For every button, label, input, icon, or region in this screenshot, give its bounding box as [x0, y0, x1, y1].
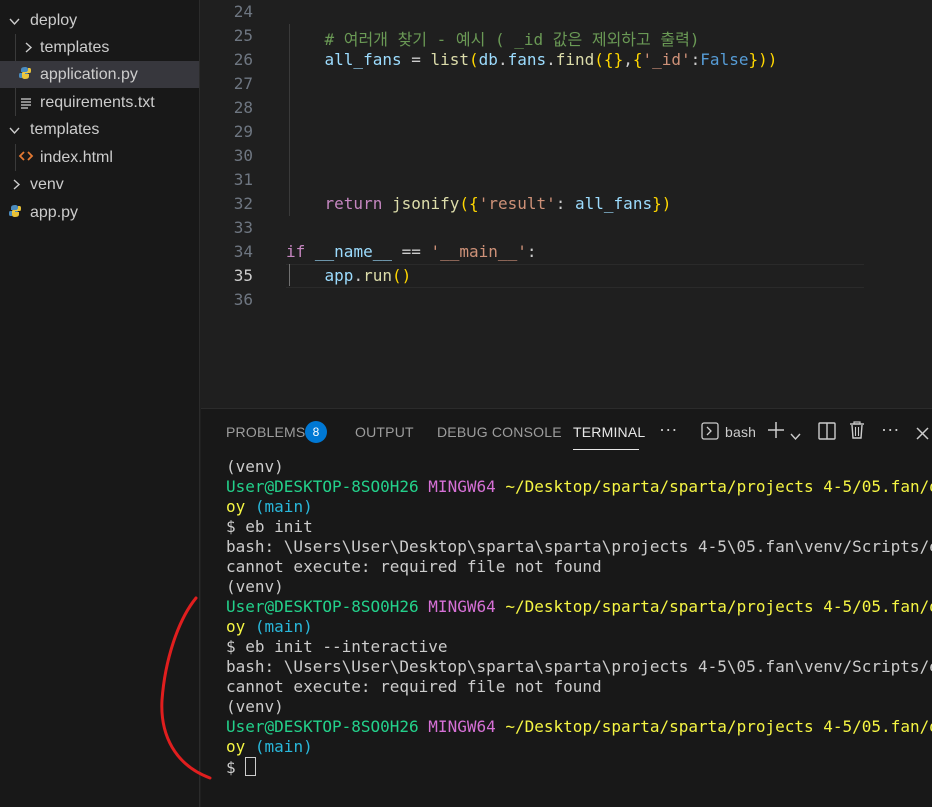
bottom-panel: PROBLEMS 8 OUTPUT DEBUG CONSOLE TERMINAL…	[201, 408, 932, 807]
line-number: 30	[233, 146, 253, 165]
code-line: all_fans = list(db.fans.find({},{'_id':F…	[324, 50, 778, 69]
terminal-error: cannot execute: required file not found	[226, 557, 602, 576]
terminal-command: $ eb init	[226, 517, 313, 536]
terminal-line: (venv)	[226, 457, 284, 476]
close-icon[interactable]	[916, 424, 929, 445]
line-number: 34	[233, 242, 253, 261]
line-number: 24	[233, 2, 253, 21]
tree-item-index-html[interactable]: index.html	[0, 144, 199, 171]
line-number: 26	[233, 50, 253, 69]
terminal-prompt-line: oy (main)	[226, 737, 313, 756]
split-icon[interactable]	[818, 422, 836, 445]
tab-terminal[interactable]: TERMINAL	[573, 424, 645, 440]
panel-tabs: PROBLEMS 8 OUTPUT DEBUG CONSOLE TERMINAL…	[201, 409, 932, 455]
terminal-line: (venv)	[226, 697, 284, 716]
line-number: 32	[233, 194, 253, 213]
code-line: if __name__ == '__main__':	[286, 242, 537, 261]
terminal-output[interactable]: (venv) User@DESKTOP-8SO0H26 MINGW64 ~/De…	[226, 457, 932, 777]
code-line: app.run()	[324, 266, 412, 285]
tab-debug-console[interactable]: DEBUG CONSOLE	[437, 424, 562, 440]
add-icon[interactable]	[767, 421, 785, 444]
tree-item-label: templates	[30, 120, 100, 138]
active-tab-indicator	[573, 449, 639, 450]
line-number: 25	[233, 26, 253, 45]
terminal-prompt-line: oy (main)	[226, 617, 313, 636]
more-tabs-icon[interactable]: ···	[659, 419, 678, 440]
line-number: 28	[233, 98, 253, 117]
tree-item-venv[interactable]: venv	[0, 171, 199, 198]
code-line-comment: # 여러개 찾기 - 예시 ( _id 값은 제외하고 출력)	[286, 30, 700, 49]
tab-problems[interactable]: PROBLEMS	[226, 424, 305, 440]
explorer-sidebar: deploy templates application.py requirem…	[0, 0, 200, 807]
chevron-down-icon	[9, 127, 20, 135]
terminal-line: (venv)	[226, 577, 284, 596]
chevron-right-icon	[25, 42, 33, 53]
terminal-input-line[interactable]: $	[226, 757, 932, 777]
tree-item-templates-folder[interactable]: templates	[0, 116, 199, 143]
tree-item-application-py[interactable]: application.py	[0, 61, 199, 88]
python-file-icon	[18, 66, 32, 85]
tree-item-deploy[interactable]: deploy	[0, 7, 199, 34]
chevron-right-icon	[13, 179, 21, 190]
trash-icon[interactable]	[849, 421, 865, 444]
line-number: 33	[233, 218, 253, 237]
shell-name[interactable]: bash	[725, 424, 756, 440]
line-number: 36	[233, 290, 253, 309]
tree-item-app-py[interactable]: app.py	[0, 199, 199, 226]
more-actions-icon[interactable]: ···	[881, 419, 900, 440]
line-number: 27	[233, 74, 253, 93]
line-number: 29	[233, 122, 253, 141]
tree-item-label: venv	[30, 175, 64, 193]
chevron-down-icon[interactable]	[790, 425, 801, 446]
terminal-command: $ eb init --interactive	[226, 637, 448, 656]
line-number-active: 35	[233, 266, 253, 285]
tree-item-requirements-txt[interactable]: requirements.txt	[0, 89, 199, 116]
code-editor[interactable]: 24 25 26 27 28 29 30 31 32 33 34 35 36 #…	[201, 0, 932, 408]
tree-item-label: templates	[40, 38, 110, 56]
terminal-icon[interactable]	[701, 422, 719, 445]
terminal-error: bash: \Users\User\Desktop\sparta\sparta\…	[226, 657, 932, 676]
text-file-icon	[20, 96, 32, 114]
chevron-down-icon	[9, 18, 20, 26]
terminal-prompt-line: oy (main)	[226, 497, 313, 516]
tree-item-label: requirements.txt	[40, 93, 155, 111]
tree-item-label: index.html	[40, 148, 113, 166]
tree-item-templates[interactable]: templates	[0, 34, 199, 61]
html-file-icon	[18, 149, 34, 168]
terminal-prompt-line: User@DESKTOP-8SO0H26 MINGW64 ~/Desktop/s…	[226, 597, 932, 616]
tree-item-label: deploy	[30, 11, 78, 29]
terminal-cursor	[245, 757, 257, 776]
tab-output[interactable]: OUTPUT	[355, 424, 414, 440]
terminal-prompt-line: User@DESKTOP-8SO0H26 MINGW64 ~/Desktop/s…	[226, 717, 932, 736]
code-line: return jsonify({'result': all_fans})	[324, 194, 672, 213]
line-number: 31	[233, 170, 253, 189]
python-file-icon	[8, 204, 22, 223]
tree-item-label: app.py	[30, 203, 79, 221]
terminal-error: cannot execute: required file not found	[226, 677, 602, 696]
terminal-prompt-line: User@DESKTOP-8SO0H26 MINGW64 ~/Desktop/s…	[226, 477, 932, 496]
tree-item-label: application.py	[40, 65, 138, 83]
problems-count-badge: 8	[305, 421, 327, 443]
terminal-error: bash: \Users\User\Desktop\sparta\sparta\…	[226, 537, 932, 556]
